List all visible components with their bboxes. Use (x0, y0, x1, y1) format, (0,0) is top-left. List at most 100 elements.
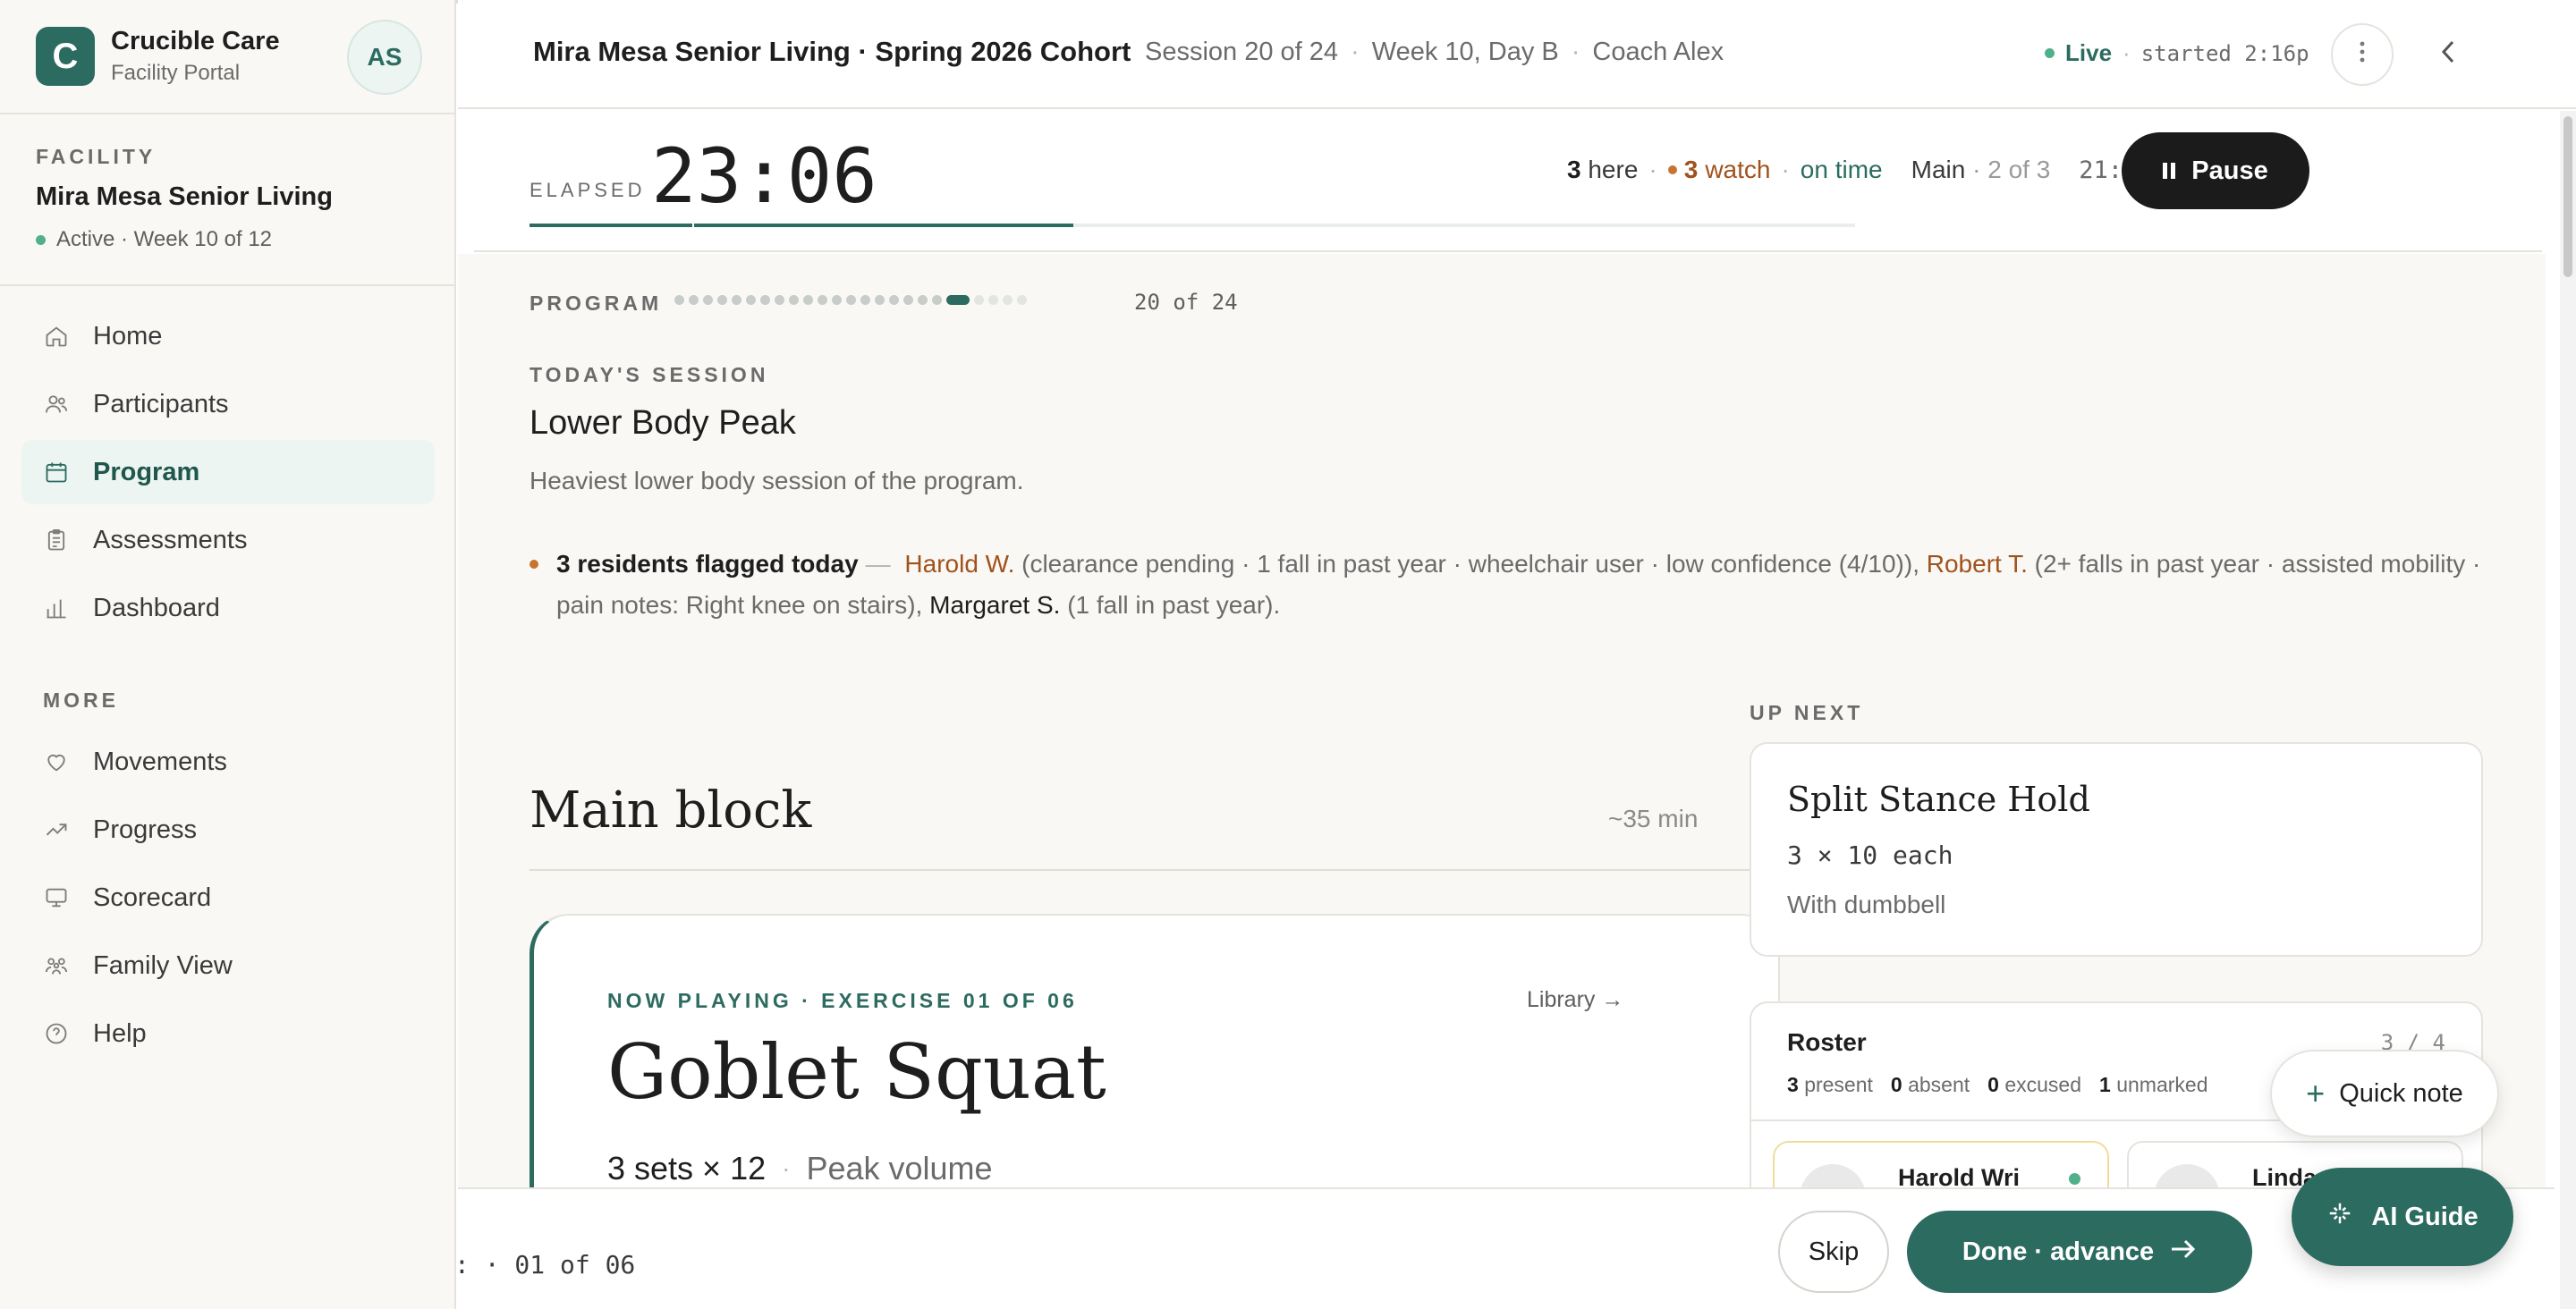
flagged-resident-name[interactable]: Robert T. (1927, 550, 2028, 578)
sidebar-item-label: Program (93, 457, 200, 486)
sidebar-item-label: Family View (93, 950, 233, 980)
roster-absent: 0 absent (1890, 1073, 1970, 1096)
sidebar-item-home[interactable]: Home (21, 304, 435, 368)
flagged-resident-name[interactable]: Margaret S. (929, 591, 1060, 619)
phase-progress: · 2 of 3 (1972, 156, 2051, 183)
up-next-label: UP NEXT (1750, 701, 1864, 724)
watch-label: watch (1705, 156, 1771, 183)
program-dot (674, 295, 684, 305)
program-label: PROGRAM (530, 291, 663, 315)
program-dot (732, 295, 741, 305)
facility-card: FACILITY Mira Mesa Senior Living Active … (0, 116, 454, 286)
program-dot-current (946, 295, 970, 305)
chevron-left-icon (2440, 39, 2456, 71)
up-next-title: Split Stance Hold (1787, 780, 2090, 819)
plus-icon: + (2306, 1075, 2326, 1111)
program-dot (717, 295, 727, 305)
flagged-residents-notice: 3 residents flagged today — Harold W. (cl… (530, 544, 2515, 626)
separator: · (1571, 38, 1580, 66)
program-dot (760, 295, 770, 305)
program-dot (1017, 295, 1027, 305)
program-dot (818, 295, 827, 305)
user-avatar[interactable]: AS (347, 20, 422, 95)
elapsed-time: 23:06 (651, 132, 877, 220)
program-dot (789, 295, 799, 305)
now-playing-card: NOW PLAYING · EXERCISE 01 OF 06 Library … (530, 914, 1780, 1187)
up-next-sets: 3 × 10 each (1787, 840, 1953, 870)
users-icon (43, 391, 70, 418)
program-dot (832, 295, 842, 305)
session-number: Session 20 of 24 (1145, 38, 1339, 66)
sidebar-item-progress[interactable]: Progress (21, 798, 435, 862)
heart-icon (43, 748, 70, 775)
quick-note-button[interactable]: + Quick note (2270, 1050, 2499, 1137)
program-dot (988, 295, 998, 305)
calendar-icon (43, 459, 70, 486)
program-dot (974, 295, 984, 305)
bottom-action-bar: : · 01 of 06 Skip Done · advance (454, 1187, 2555, 1309)
sidebar-item-scorecard[interactable]: Scorecard (21, 866, 435, 930)
session-stats: 3 here · 3 watch · on time Main · 2 of 3… (1567, 156, 2216, 184)
app-root: C Crucible Care Facility Portal AS FACIL… (0, 0, 2576, 1309)
on-time-status: on time (1800, 156, 1883, 183)
roster-stats: 3 present 0 absent 0 excused 1 unmarked (1787, 1073, 2207, 1097)
separator: · (2123, 39, 2131, 66)
sidebar: C Crucible Care Facility Portal AS FACIL… (0, 0, 456, 1309)
skip-button[interactable]: Skip (1778, 1211, 1889, 1293)
session-timer-bar: ELAPSED 23:06 3 here · 3 watch · on time… (474, 111, 2542, 252)
brand-name: Crucible Care (111, 27, 280, 55)
program-count: 20 of 24 (1134, 290, 1238, 315)
separator: · (1648, 156, 1657, 183)
session-meta: Session 20 of 24 · Week 10, Day B · Coac… (1145, 38, 1724, 67)
sidebar-item-label: Progress (93, 815, 198, 844)
sidebar-item-family-view[interactable]: Family View (21, 933, 435, 998)
scrollbar-thumb[interactable] (2563, 116, 2572, 277)
avatar (2154, 1164, 2220, 1187)
help-icon (43, 1020, 70, 1047)
session-coach: Coach Alex (1592, 38, 1724, 66)
sidebar-item-program[interactable]: Program (21, 440, 435, 504)
exercise-sets: 3 sets × 12 (607, 1150, 767, 1187)
flagged-resident-name[interactable]: Harold W. (904, 550, 1014, 578)
here-count: 3 (1567, 156, 1581, 183)
sidebar-item-label: Participants (93, 389, 229, 418)
library-link[interactable]: Library → (1527, 987, 1623, 1013)
facility-status-text: Active · Week 10 of 12 (56, 227, 273, 251)
roster-title: Roster (1787, 1028, 1867, 1056)
sidebar-item-help[interactable]: Help (21, 1001, 435, 1066)
watch-stat[interactable]: 3 watch (1667, 156, 1771, 184)
up-next-card[interactable]: Split Stance Hold 3 × 10 each With dumbb… (1750, 742, 2483, 957)
sidebar-item-dashboard[interactable]: Dashboard (21, 576, 435, 640)
separator: · (782, 1154, 791, 1182)
collapse-button[interactable] (2417, 23, 2479, 86)
phase-name: Main (1911, 156, 1966, 183)
sidebar-item-label: Movements (93, 747, 227, 776)
flags-lead: 3 residents flagged today (556, 550, 859, 578)
brand-logo[interactable]: C (36, 27, 95, 86)
sidebar-item-movements[interactable]: Movements (21, 730, 435, 794)
more-options-button[interactable] (2331, 23, 2394, 86)
program-progress-dots (674, 295, 1027, 305)
done-advance-button[interactable]: Done · advance (1907, 1211, 2252, 1293)
ai-guide-button[interactable]: AI Guide (2292, 1168, 2513, 1266)
session-week: Week 10, Day B (1371, 38, 1559, 66)
pause-button[interactable]: Pause (2122, 132, 2309, 209)
phase-marker (692, 218, 694, 229)
exercise-title: Goblet Squat (607, 1028, 1106, 1116)
program-dot (803, 295, 813, 305)
facility-status: Active · Week 10 of 12 (36, 227, 272, 252)
sidebar-item-label: Home (93, 321, 163, 350)
sidebar-item-label: Scorecard (93, 883, 212, 912)
person-name: Harold Wri (1898, 1164, 2021, 1187)
program-dot (918, 295, 928, 305)
more-section-label: MORE (43, 688, 119, 712)
main-content: PROGRAM 20 of 24 TODAY'S SESSION Lower B… (458, 254, 2546, 1187)
roster-person-card[interactable]: Harold Wri (1773, 1141, 2109, 1187)
sidebar-item-assessments[interactable]: Assessments (21, 508, 435, 572)
facility-label: FACILITY (36, 145, 157, 168)
bar-chart-icon (43, 595, 70, 621)
sidebar-item-participants[interactable]: Participants (21, 372, 435, 436)
secondary-nav: Movements Progress Scorecard Family View… (21, 730, 435, 1069)
main-scrollbar[interactable] (2560, 111, 2576, 1309)
session-progress-fill (530, 224, 1073, 227)
